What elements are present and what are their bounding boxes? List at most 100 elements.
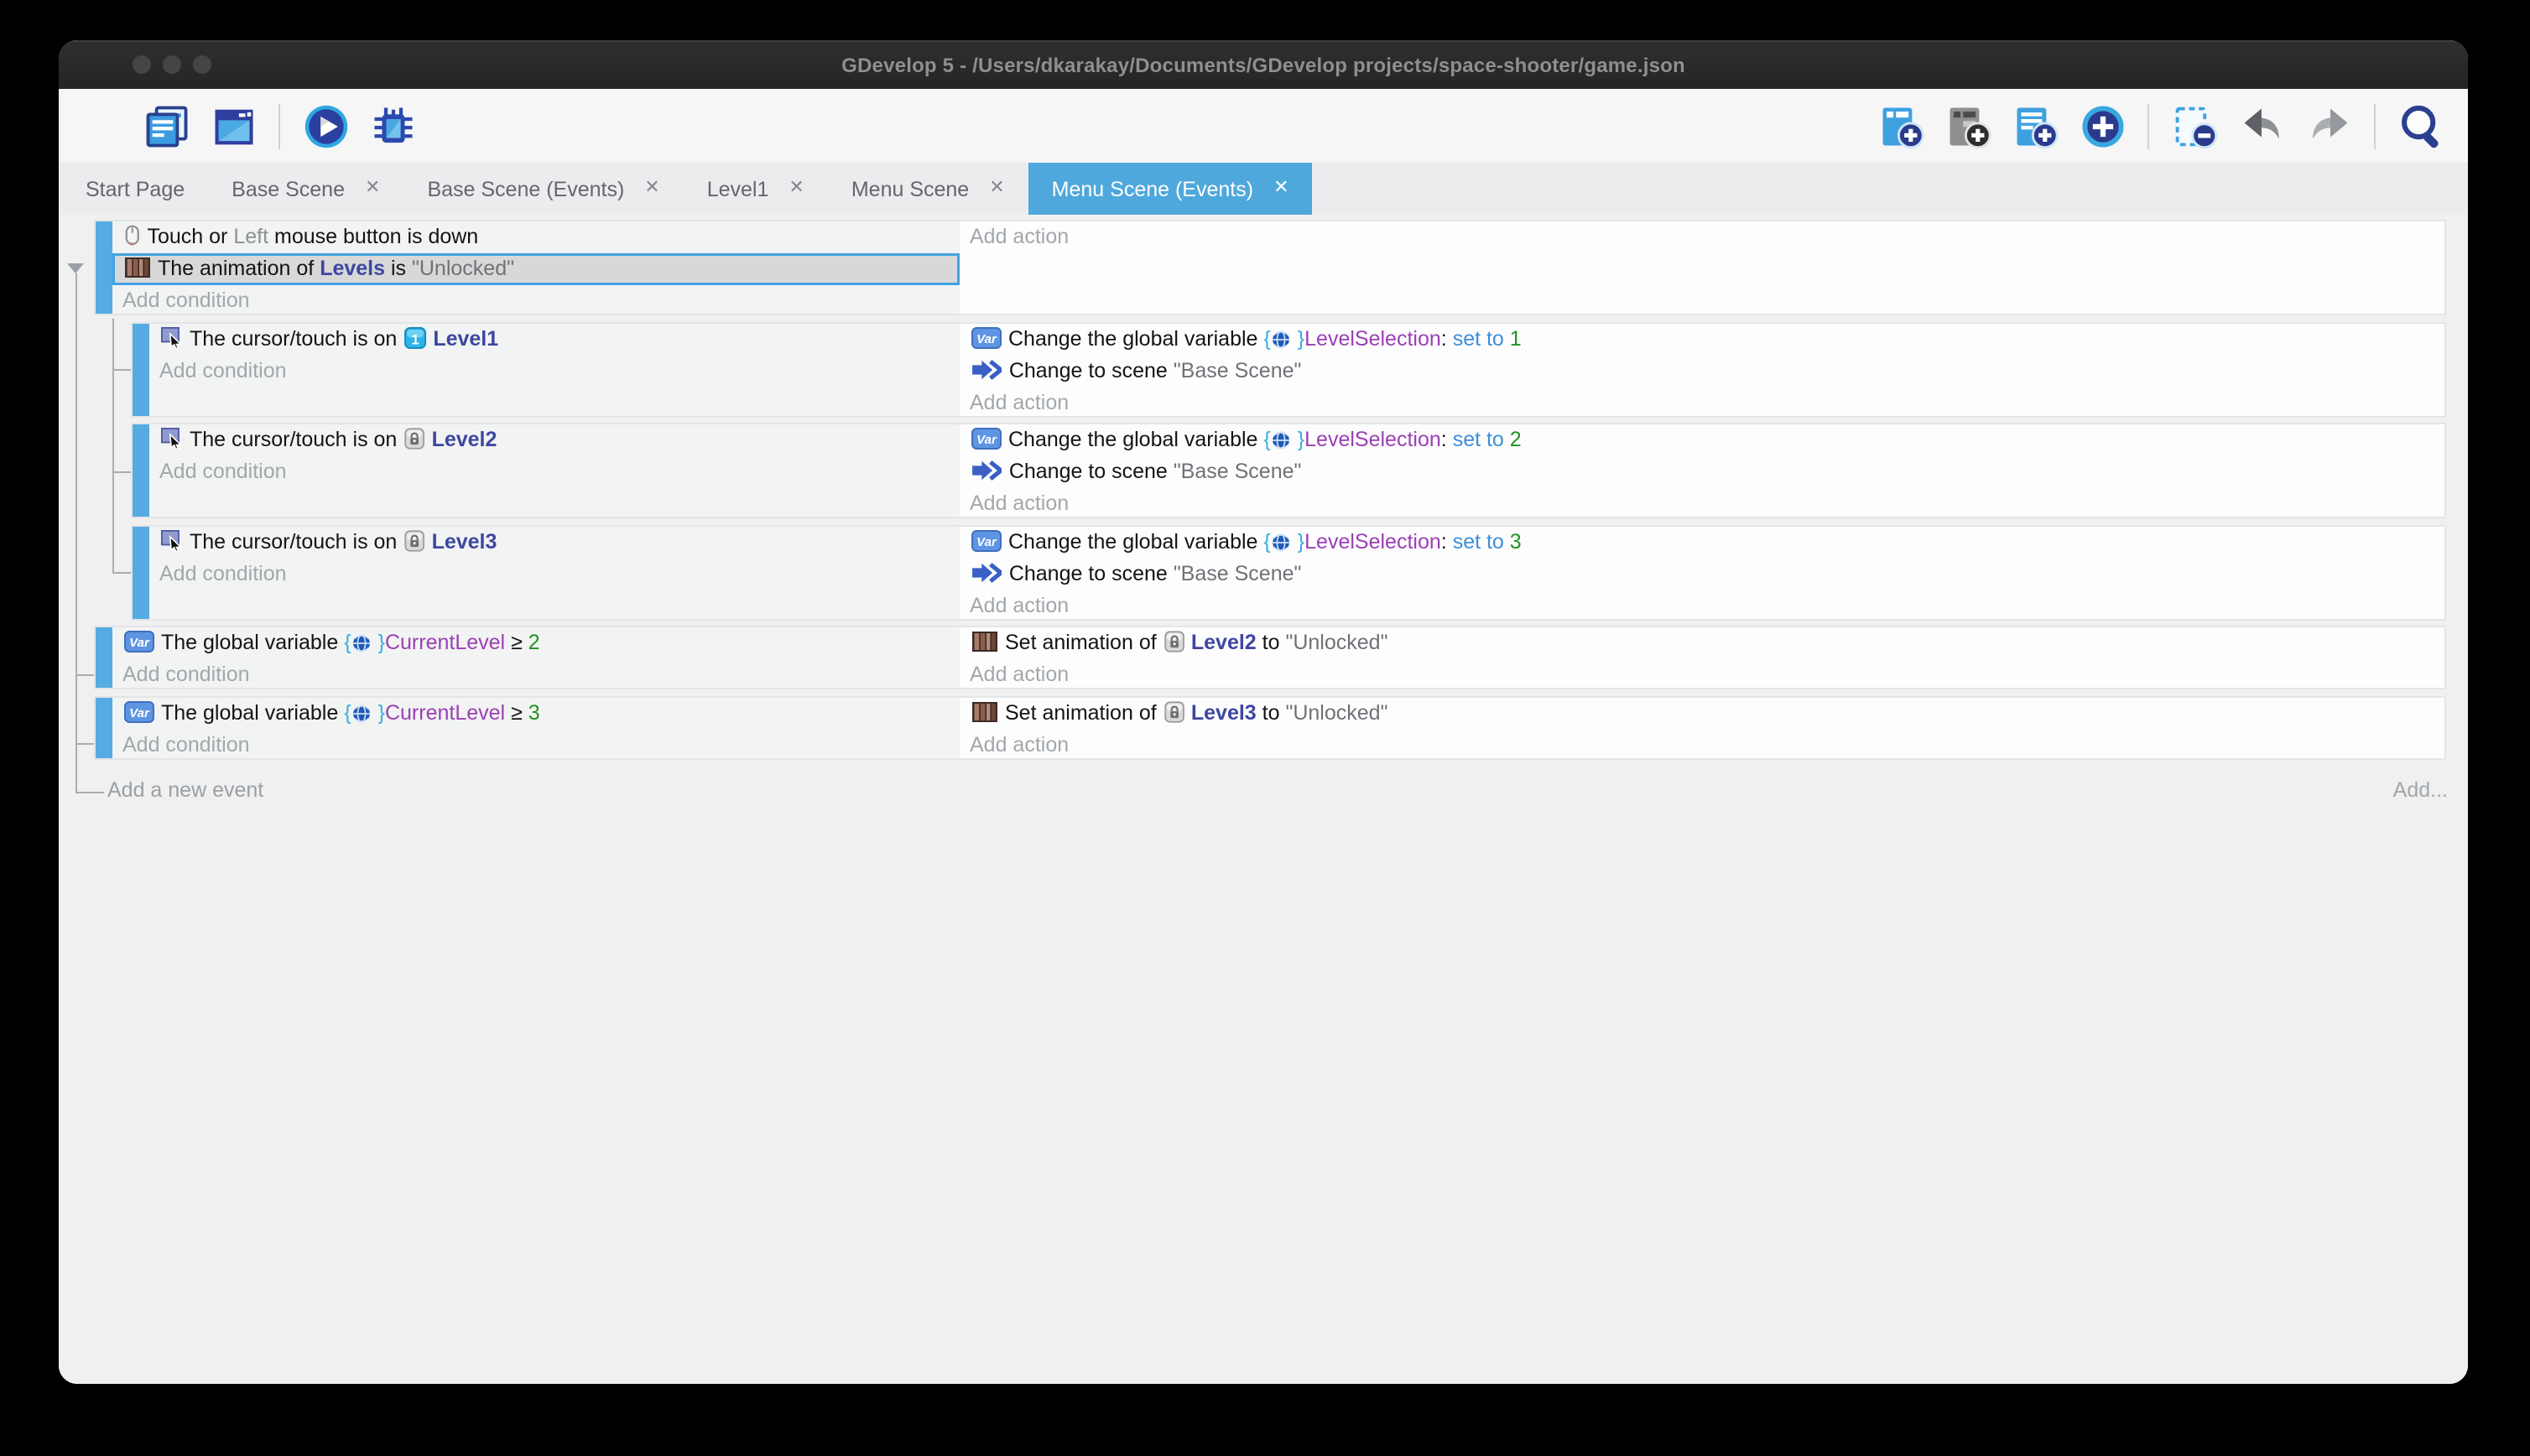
actions-column: Set animation of Level2 to "Unlocked"Add… <box>960 627 2444 688</box>
add-action-button[interactable]: Add action <box>960 590 2444 621</box>
expander-triangle-icon[interactable] <box>66 263 83 273</box>
instruction-text: Change to scene <box>1009 460 1174 483</box>
search-icon <box>2398 103 2444 148</box>
tab-close-icon[interactable]: ✕ <box>789 179 804 198</box>
svg-text:Var: Var <box>976 534 997 549</box>
tab-close-icon[interactable]: ✕ <box>644 179 659 198</box>
tree-connector-line <box>112 471 131 472</box>
instruction-text: "Unlocked" <box>1285 631 1387 654</box>
preview-play-icon <box>303 103 348 148</box>
tab-menu-scene-events[interactable]: Menu Scene (Events)✕ <box>1028 163 1313 215</box>
action-row[interactable]: VarChange the global variable {}LevelSel… <box>960 323 2444 355</box>
tree-connector-line <box>112 319 114 572</box>
project-manager-button[interactable] <box>143 102 190 149</box>
instruction-text: { <box>1263 428 1270 451</box>
tab-level1[interactable]: Level1✕ <box>684 163 828 215</box>
condition-row[interactable]: The cursor/touch is on 1Level1 <box>149 323 960 355</box>
instruction-text: 2 <box>528 631 540 654</box>
event-drag-bar[interactable] <box>96 221 112 314</box>
add-action-button[interactable]: Add action <box>960 729 2444 761</box>
instruction-text: } <box>1298 428 1304 451</box>
condition-row[interactable]: The animation of Levels is "Unlocked" <box>112 253 960 285</box>
mouse-icon <box>124 225 141 247</box>
tree-connector-line <box>112 369 131 371</box>
add-more-button[interactable]: Add... <box>2393 777 2448 805</box>
add-action-button[interactable]: Add action <box>960 221 2444 253</box>
action-row[interactable]: Set animation of Level3 to "Unlocked" <box>960 697 2444 729</box>
instruction-text: "Unlocked" <box>1285 700 1387 724</box>
add-condition-button[interactable]: Add condition <box>149 456 960 488</box>
instruction-text: set to <box>1453 428 1510 451</box>
preview-button[interactable] <box>302 102 349 149</box>
svg-text:Var: Var <box>129 705 150 720</box>
tab-close-icon[interactable]: ✕ <box>1273 179 1288 198</box>
tab-base-scene[interactable]: Base Scene ✕ <box>208 163 403 215</box>
tab-bar: Start PageBase Scene✕Base Scene (Events)… <box>59 163 2468 215</box>
add-condition-button[interactable]: Add condition <box>112 659 960 691</box>
instruction-text: "Unlocked" <box>412 257 514 280</box>
condition-row[interactable]: Touch or Left mouse button is down <box>112 221 960 253</box>
condition-row[interactable]: VarThe global variable {}CurrentLevel ≥ … <box>112 627 960 659</box>
condition-row[interactable]: The cursor/touch is on Level2 <box>149 424 960 456</box>
add-event-button[interactable] <box>1877 102 1924 149</box>
scene-window-icon <box>211 103 256 148</box>
tab-label: Base Scene <box>232 177 345 200</box>
add-action-button[interactable]: Add action <box>960 387 2444 419</box>
tab-close-icon[interactable]: ✕ <box>989 179 1004 198</box>
cursor-icon <box>161 529 183 551</box>
condition-row[interactable]: The cursor/touch is on Level3 <box>149 526 960 558</box>
animation-icon <box>971 631 998 653</box>
add-new-event-button[interactable]: Add a new event <box>107 777 263 805</box>
redo-button[interactable] <box>2305 102 2352 149</box>
redo-icon <box>2306 103 2351 148</box>
search-button[interactable] <box>2397 102 2444 149</box>
add-condition-button[interactable]: Add condition <box>112 729 960 761</box>
tab-menu-scene[interactable]: Menu Scene✕ <box>828 163 1028 215</box>
delete-event-button[interactable] <box>2171 102 2218 149</box>
conditions-column: VarThe global variable {}CurrentLevel ≥ … <box>112 627 960 688</box>
add-comment-button[interactable] <box>2012 102 2059 149</box>
events-sheet: Touch or Left mouse button is downThe an… <box>59 215 2468 1384</box>
debug-button[interactable] <box>369 102 416 149</box>
event-drag-bar[interactable] <box>96 697 112 757</box>
condition-row[interactable]: VarThe global variable {}CurrentLevel ≥ … <box>112 697 960 729</box>
animation-icon <box>124 257 151 278</box>
add-action-button[interactable]: Add action <box>960 659 2444 691</box>
tab-close-icon[interactable]: ✕ <box>365 179 380 198</box>
instruction-text: ≥ <box>505 631 528 654</box>
add-condition-button[interactable]: Add condition <box>149 355 960 387</box>
event-drag-bar[interactable] <box>96 627 112 688</box>
lock-icon <box>1164 700 1184 722</box>
add-subevent-button[interactable] <box>1944 102 1991 149</box>
svg-text:Var: Var <box>976 331 997 346</box>
event-drag-bar[interactable] <box>133 526 149 618</box>
action-row[interactable]: Change to scene "Base Scene" <box>960 456 2444 488</box>
undo-button[interactable] <box>2238 102 2285 149</box>
action-row[interactable]: VarChange the global variable {}LevelSel… <box>960 424 2444 456</box>
action-row[interactable]: Set animation of Level2 to "Unlocked" <box>960 627 2444 659</box>
add-other-event-button[interactable] <box>2079 102 2126 149</box>
scene-editor-button[interactable] <box>210 102 257 149</box>
add-condition-button[interactable]: Add condition <box>112 285 960 317</box>
tab-start-page[interactable]: Start Page <box>62 163 208 215</box>
gdevelop-window: GDevelop 5 - /Users/dkarakay/Documents/G… <box>59 40 2468 1384</box>
action-row[interactable]: VarChange the global variable {}LevelSel… <box>960 526 2444 558</box>
action-row[interactable]: Change to scene "Base Scene" <box>960 558 2444 590</box>
var-icon: Var <box>971 428 1002 450</box>
action-row[interactable]: Change to scene "Base Scene" <box>960 355 2444 387</box>
instruction-text: Change to scene <box>1009 358 1174 382</box>
undo-icon <box>2239 103 2284 148</box>
add-action-button[interactable]: Add action <box>960 488 2444 520</box>
instruction-text: 3 <box>1510 529 1522 553</box>
add-condition-button[interactable]: Add condition <box>149 558 960 590</box>
event-drag-bar[interactable] <box>133 323 149 415</box>
conditions-column: Touch or Left mouse button is downThe an… <box>112 221 960 314</box>
instruction-text: Level1 <box>433 326 498 350</box>
globe-icon <box>353 704 372 722</box>
sub-event: The cursor/touch is on Level3Add conditi… <box>131 524 2446 620</box>
tab-base-scene-events[interactable]: Base Scene (Events)✕ <box>403 163 683 215</box>
event: VarThe global variable {}CurrentLevel ≥ … <box>94 695 2446 759</box>
svg-text:Var: Var <box>976 433 997 447</box>
event-drag-bar[interactable] <box>133 424 149 517</box>
toolbar-left <box>59 102 426 149</box>
